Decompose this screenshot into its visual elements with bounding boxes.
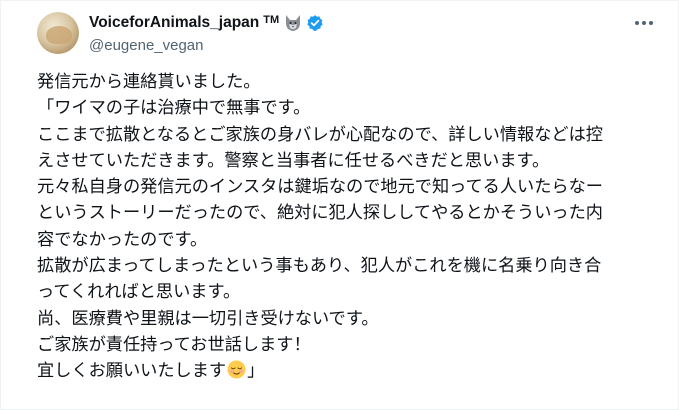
- avatar-image: [46, 26, 72, 44]
- tweet-line: 容でなかったのです。: [37, 229, 208, 250]
- wolf-icon: [283, 14, 303, 32]
- tweet-line: 「ワイマの子は治療中で無事です。: [37, 98, 311, 119]
- name-row: VoiceforAnimals_japan TM: [89, 11, 638, 35]
- tweet-line: 尚、医療費や里親は一切引き受けないです。: [37, 308, 379, 329]
- tweet-line: 元々私自身の発信元のインスタは鍵垢なので地元で知ってる人いたらなー: [37, 177, 603, 198]
- tweet-line-text: 宜しくお願いいたします: [37, 361, 227, 382]
- tweet-line: ご家族が責任持ってお世話します！: [37, 334, 311, 355]
- tweet-line-last: 宜しくお願いいたします 」: [37, 358, 667, 384]
- trademark-symbol: TM: [263, 14, 280, 26]
- tweet-line: 発信元から連絡貰いました。: [37, 72, 261, 92]
- tweet-line: ってくれればと思います。: [37, 282, 241, 303]
- more-icon: [635, 21, 653, 25]
- more-options-button[interactable]: [632, 11, 656, 35]
- closing-quote: 」: [247, 361, 265, 382]
- tweet-line: 拡散が広まってしまったという事もあり、犯人がこれを機に名乗り向き合: [37, 256, 602, 277]
- tweet-header: VoiceforAnimals_japan TM @eugene_vegan: [89, 11, 638, 56]
- avatar[interactable]: [37, 12, 79, 54]
- user-handle[interactable]: @eugene_vegan: [89, 36, 638, 56]
- tweet-line: ここまで拡散となるとご家族の身バレが心配なので、詳しい情報などは控: [37, 124, 603, 145]
- tweet-text: 発信元から連絡貰いました。 「ワイマの子は治療中で無事です。 ここまで拡散となる…: [37, 69, 667, 385]
- tweet-line: というストーリーだったので、絶対に犯人探ししてやるとかそういった内: [37, 203, 603, 224]
- tweet-line: えさせていただきます。警察と当事者に任せるべきだと思います。: [37, 150, 550, 171]
- tweet-card: VoiceforAnimals_japan TM @eugene_vegan 発…: [0, 0, 679, 410]
- display-name[interactable]: VoiceforAnimals_japan: [89, 14, 259, 32]
- verified-icon: [306, 14, 324, 32]
- relieved-face-icon: [227, 360, 246, 379]
